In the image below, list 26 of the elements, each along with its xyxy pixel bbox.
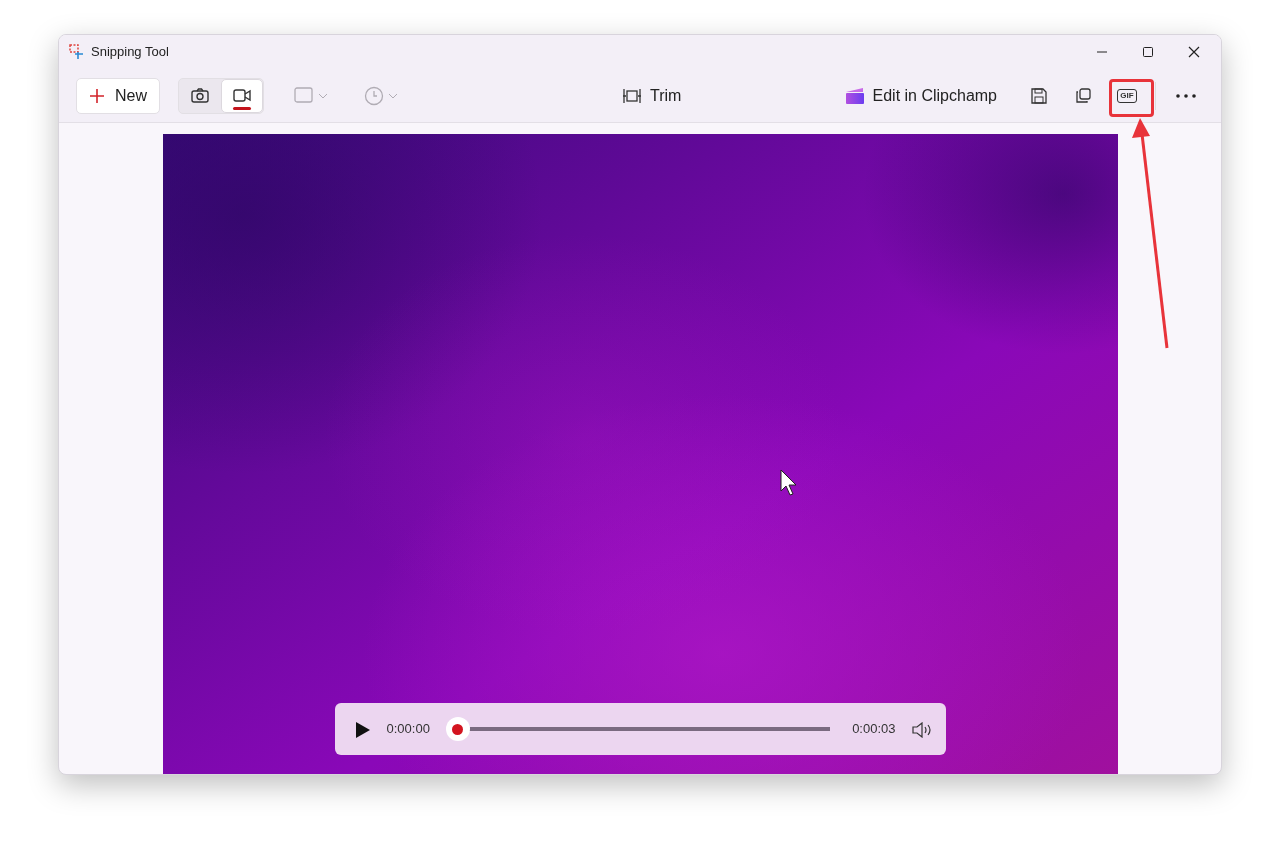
chevron-icon	[388, 92, 398, 99]
app-icon	[69, 44, 85, 60]
close-icon	[1188, 46, 1200, 58]
save-icon	[1030, 86, 1048, 105]
window-title: Snipping Tool	[91, 43, 169, 62]
clapperboard-icon	[844, 86, 865, 105]
more-icon	[1176, 93, 1196, 98]
camera-icon	[190, 86, 210, 105]
maximize-icon	[1142, 46, 1154, 58]
elapsed-time: 0:00:00	[386, 720, 430, 739]
copy-icon	[1074, 86, 1092, 105]
video-mode-button[interactable]	[221, 78, 263, 113]
gif-button[interactable]: GIF	[1109, 77, 1145, 114]
chevron-icon	[318, 92, 328, 99]
clipchamp-button[interactable]: Edit in Clipchamp	[836, 77, 1005, 114]
duration-time: 0:00:03	[852, 720, 896, 739]
trim-button[interactable]: Trim	[614, 77, 690, 114]
trim-icon	[622, 86, 642, 105]
new-button[interactable]: New	[76, 77, 160, 114]
video-camera-icon	[232, 86, 252, 105]
speaker-icon	[911, 721, 932, 738]
seek-thumb[interactable]	[445, 717, 470, 741]
plus-icon	[89, 87, 105, 104]
play-icon	[354, 720, 371, 739]
rectangle-icon	[294, 86, 314, 105]
clock-icon	[364, 85, 384, 106]
